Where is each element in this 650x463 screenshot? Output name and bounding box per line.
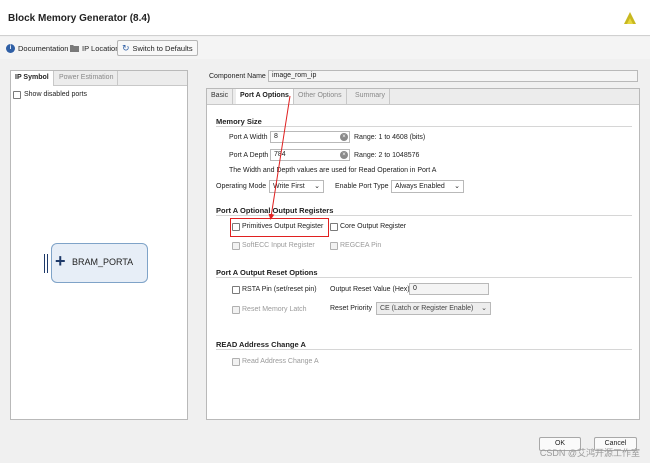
divider (216, 277, 632, 278)
softecc-input-register-label: SoftECC Input Register (242, 242, 315, 249)
tab-other-options[interactable]: Other Options (294, 89, 347, 104)
core-output-register-checkbox[interactable] (330, 223, 338, 231)
output-registers-title: Port A Optional Output Registers (216, 206, 334, 215)
vivado-logo-icon (624, 12, 636, 24)
output-reset-value-label: Output Reset Value (Hex) (330, 286, 410, 293)
regcea-pin-checkbox[interactable] (330, 242, 338, 250)
chevron-down-icon: ⌄ (481, 305, 487, 312)
port-a-width-input[interactable]: 8 (270, 131, 350, 143)
reset-priority-label: Reset Priority (330, 305, 373, 312)
port-a-depth-label: Port A Depth (229, 152, 269, 159)
tab-summary[interactable]: Summary (351, 89, 390, 104)
rsta-pin-label: RSTA Pin (set/reset pin) (242, 286, 317, 293)
reset-options-title: Port A Output Reset Options (216, 268, 318, 277)
clear-width-icon[interactable]: × (340, 133, 348, 141)
ip-location-button[interactable]: IP Location (70, 40, 119, 56)
read-address-title: READ Address Change A (216, 340, 306, 349)
reset-memory-latch-checkbox[interactable] (232, 306, 240, 314)
highlight-box (230, 218, 329, 237)
reset-priority-select[interactable]: CE (Latch or Register Enable) ⌄ (376, 302, 491, 315)
enable-port-type-label: Enable Port Type (335, 183, 389, 190)
regcea-pin-label: REGCEA Pin (340, 242, 382, 249)
port-a-width-label: Port A Width (229, 134, 268, 141)
operating-mode-label: Operating Mode (216, 183, 267, 190)
softecc-input-register-checkbox[interactable] (232, 242, 240, 250)
divider (216, 349, 632, 350)
read-address-change-label: Read Address Change A (242, 358, 319, 365)
tab-power-estimation[interactable]: Power Estimation (55, 71, 119, 86)
documentation-button[interactable]: i Documentation (6, 40, 68, 56)
bram-porta-label: BRAM_PORTA (72, 257, 134, 267)
component-name-input[interactable]: image_rom_ip (268, 70, 638, 82)
port-a-width-range: Range: 1 to 4608 (bits) (354, 134, 426, 141)
width-depth-note: The Width and Depth values are used for … (229, 167, 437, 174)
folder-icon (70, 45, 79, 52)
read-address-change-checkbox[interactable] (232, 358, 240, 366)
info-icon: i (6, 43, 15, 53)
clear-depth-icon[interactable]: × (340, 151, 348, 159)
port-a-depth-input[interactable]: 784 (270, 149, 350, 161)
tab-ip-symbol[interactable]: IP Symbol (11, 71, 54, 86)
memory-size-title: Memory Size (216, 117, 262, 126)
port-bars-icon (44, 254, 48, 273)
chevron-down-icon: ⌄ (454, 183, 460, 190)
rsta-pin-checkbox[interactable] (232, 286, 240, 294)
tab-basic[interactable]: Basic (207, 89, 234, 104)
enable-port-type-select[interactable]: Always Enabled ⌄ (391, 180, 464, 193)
divider (216, 215, 632, 216)
window-title: Block Memory Generator (8.4) (8, 13, 151, 24)
switch-to-defaults-button[interactable]: ↻ Switch to Defaults (117, 40, 198, 56)
component-name-label: Component Name (209, 73, 266, 80)
chevron-down-icon: ⌄ (314, 183, 320, 190)
reset-memory-latch-label: Reset Memory Latch (242, 306, 307, 313)
watermark: CSDN @艾鸿开源工作室 (539, 448, 640, 458)
output-reset-value-input[interactable]: 0 (409, 283, 489, 295)
show-disabled-ports-checkbox[interactable] (13, 91, 21, 99)
port-a-depth-range: Range: 2 to 1048576 (354, 152, 420, 159)
divider (216, 126, 632, 127)
operating-mode-select[interactable]: Write First ⌄ (269, 180, 324, 193)
expand-plus-icon[interactable]: + (55, 251, 66, 271)
tab-port-a-options[interactable]: Port A Options (236, 89, 294, 104)
show-disabled-ports-label: Show disabled ports (24, 91, 88, 98)
refresh-icon: ↻ (122, 42, 130, 53)
core-output-register-label: Core Output Register (340, 223, 407, 230)
